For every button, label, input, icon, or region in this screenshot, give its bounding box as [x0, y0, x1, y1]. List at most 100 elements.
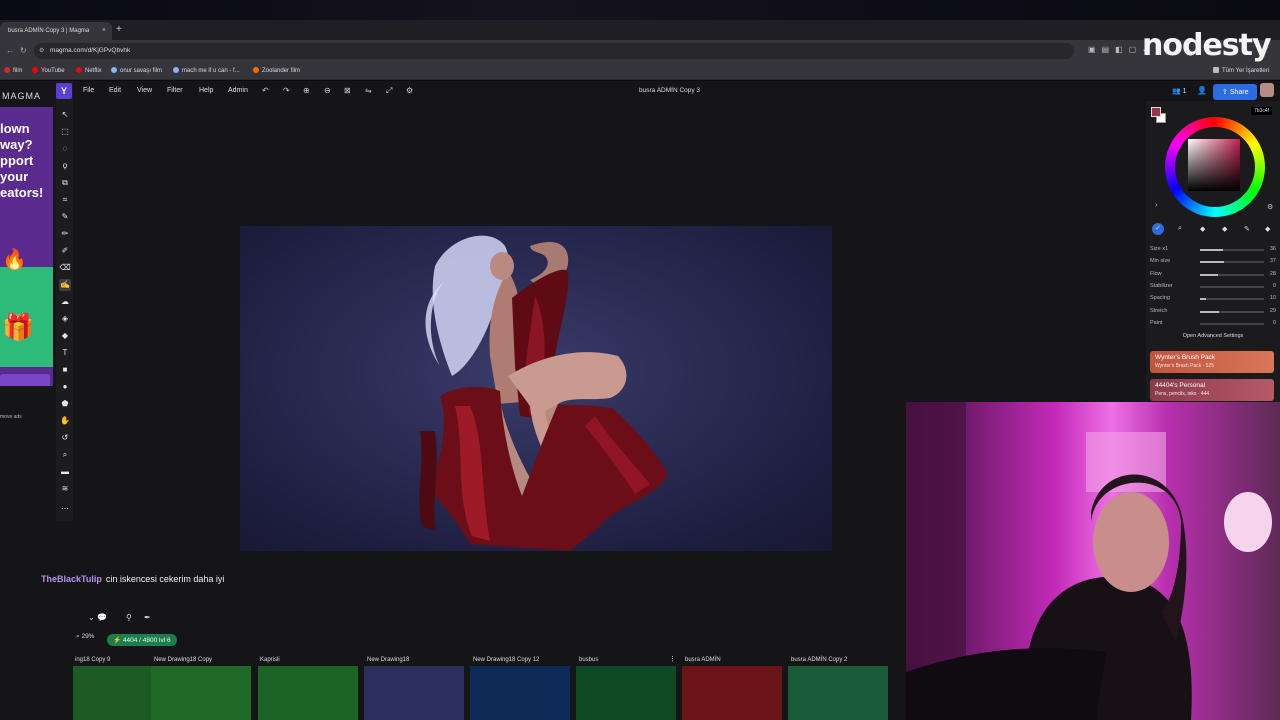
drawing-canvas[interactable]	[240, 226, 832, 551]
brush-preset-icon[interactable]: ◆	[1265, 225, 1270, 233]
slider-track[interactable]	[1200, 322, 1264, 325]
advanced-settings-button[interactable]: Open Advanced Settings	[1146, 333, 1280, 339]
eraser-icon[interactable]: ⌫	[59, 262, 71, 274]
zoom-level[interactable]: ⌕ 29%	[76, 633, 94, 641]
bookmark-item[interactable]: mach me if u can - f...	[173, 67, 240, 74]
blur-icon[interactable]: ◆	[59, 330, 71, 342]
drawing-card[interactable]: Kaprisli	[258, 653, 358, 720]
layers-icon[interactable]: ≋	[59, 483, 71, 495]
crop-icon[interactable]: ⌗	[59, 194, 71, 206]
menu-file[interactable]: File	[83, 87, 94, 94]
menu-admin[interactable]: Admin	[228, 87, 248, 94]
zoom-icon[interactable]: ⌕	[59, 449, 71, 461]
drawing-card[interactable]: busra ADMİN	[682, 653, 782, 720]
hand-icon[interactable]: ✋	[59, 415, 71, 427]
brush-preset-icon[interactable]: ✎	[1244, 225, 1250, 233]
brush-slider[interactable]: Paint 0	[1150, 318, 1278, 330]
brush-slider[interactable]: Stretch 29	[1150, 306, 1278, 318]
eyedropper-icon[interactable]: ⚲	[126, 613, 132, 622]
redo-icon[interactable]: ↷	[283, 86, 290, 95]
move-icon[interactable]: ↖	[59, 109, 71, 121]
slider-track[interactable]	[1200, 285, 1264, 288]
settings-icon[interactable]: ⚙	[406, 86, 413, 95]
reload-icon[interactable]: ↻	[20, 46, 27, 55]
more-icon[interactable]: ⋮	[669, 655, 676, 663]
menu-edit[interactable]: Edit	[109, 87, 121, 94]
site-info-icon[interactable]: ⚙	[39, 47, 44, 54]
drawing-card[interactable]: busbus ⋮	[576, 653, 676, 720]
color-wheel[interactable]	[1165, 117, 1265, 217]
brush-preset-icon[interactable]: ⌕	[1178, 225, 1182, 233]
drawing-card[interactable]: New Drawing18 Copy 12	[470, 653, 570, 720]
close-icon[interactable]: ×	[102, 27, 106, 34]
share-button[interactable]: ⇪ Share	[1213, 84, 1257, 100]
color-hex[interactable]: 7b3c4f	[1251, 107, 1273, 115]
rect-select-icon[interactable]: ⬚	[59, 126, 71, 138]
brush-slider[interactable]: Stabilizer 0	[1150, 281, 1278, 293]
slider-track[interactable]	[1200, 273, 1264, 276]
all-bookmarks[interactable]: Tüm Yer İşaretleri	[1213, 67, 1269, 74]
transform-icon[interactable]: ⧉	[59, 177, 71, 189]
drawing-card[interactable]: New Drawing18 Copy	[151, 653, 251, 720]
back-icon[interactable]: ←	[6, 46, 14, 55]
menu-help[interactable]: Help	[199, 87, 213, 94]
fullscreen-icon[interactable]: ⤢	[386, 86, 392, 96]
brush-slider[interactable]: Min size 37	[1150, 256, 1278, 268]
remove-ads-link[interactable]: move ads	[0, 414, 22, 420]
slider-track[interactable]	[1200, 310, 1264, 313]
new-tab-button[interactable]: +	[116, 24, 122, 35]
slider-track[interactable]	[1200, 249, 1264, 251]
chat-icon[interactable]: 💬	[97, 613, 107, 622]
brush-pack[interactable]: Wynter's Brush Pack Wynter's Brush Pack …	[1150, 351, 1274, 373]
text-icon[interactable]: T	[59, 347, 71, 359]
menu-filter[interactable]: Filter	[167, 87, 183, 94]
zoom-in-icon[interactable]: ⊕	[303, 86, 310, 95]
brush-slider[interactable]: Size x1 36	[1150, 244, 1278, 256]
primary-color-swatch[interactable]	[1151, 107, 1161, 117]
bookmark-item[interactable]: Netflix	[76, 67, 102, 74]
brush-pack[interactable]: 44404's Personal Pens, pencils, inks · 4…	[1150, 379, 1274, 401]
fit-icon[interactable]: ⊠	[344, 86, 351, 95]
undo-icon[interactable]: ↶	[262, 86, 269, 95]
brush-preset-icon[interactable]: ◆	[1200, 225, 1205, 233]
drawing-card[interactable]: New Drawing18	[364, 653, 464, 720]
saturation-square[interactable]	[1188, 139, 1240, 191]
eyedropper-icon[interactable]: ✎	[59, 211, 71, 223]
lasso-icon[interactable]: ϙ	[59, 160, 71, 172]
pencil-icon[interactable]: ✏	[59, 228, 71, 240]
drawing-card[interactable]: busra ADMİN Copy 2	[788, 653, 888, 720]
fill-icon[interactable]: ◈	[59, 313, 71, 325]
chevron-down-icon[interactable]: ⌄	[88, 613, 95, 622]
bookmark-item[interactable]: film	[4, 67, 22, 74]
slider-track[interactable]	[1200, 298, 1264, 301]
users-count[interactable]: 👥 1	[1172, 87, 1187, 95]
bookmark-item[interactable]: onur savaşı film	[111, 67, 162, 74]
flip-icon[interactable]: ⇋	[365, 86, 372, 95]
magma-logo-icon[interactable]: Y	[56, 83, 72, 99]
comment-icon[interactable]: ▬	[59, 466, 71, 478]
shape-icon[interactable]: ⬟	[59, 398, 71, 410]
add-user-icon[interactable]: 👤	[1197, 86, 1207, 95]
brush-slider[interactable]: Spacing 10	[1150, 293, 1278, 305]
gear-icon[interactable]: ⚙	[1267, 203, 1273, 211]
chevron-right-icon[interactable]: ›	[1155, 202, 1157, 209]
avatar[interactable]	[1260, 83, 1274, 97]
ad-banner[interactable]: MAGMA lown way? pport your eators! 🔥 🎁	[0, 81, 55, 386]
more-icon[interactable]: ⋯	[59, 503, 71, 515]
bookmark-item[interactable]: Zoolander film	[253, 67, 300, 74]
ellipse-icon[interactable]: ●	[59, 381, 71, 393]
brush-slider[interactable]: Flow 28	[1150, 269, 1278, 281]
brush-preset-icon[interactable]: ◆	[1222, 225, 1227, 233]
active-brush-icon[interactable]: ✍	[59, 279, 71, 291]
url-input[interactable]: ⚙ magma.com/d/KjGPvQbvhk	[34, 43, 1074, 59]
slider-track[interactable]	[1200, 261, 1264, 264]
smudge-icon[interactable]: ☁	[59, 296, 71, 308]
rotate-icon[interactable]: ↺	[59, 432, 71, 444]
browser-tab[interactable]: busra ADMİN Copy 3 | Magma ×	[0, 22, 112, 40]
brush-icon[interactable]: ✐	[59, 245, 71, 257]
zoom-out-icon[interactable]: ⊖	[324, 86, 331, 95]
pen-icon[interactable]: ✒	[144, 613, 151, 622]
bookmark-item[interactable]: YouTube	[32, 67, 65, 74]
ellipse-select-icon[interactable]: ◌	[59, 143, 71, 155]
rectangle-icon[interactable]: ■	[59, 364, 71, 376]
